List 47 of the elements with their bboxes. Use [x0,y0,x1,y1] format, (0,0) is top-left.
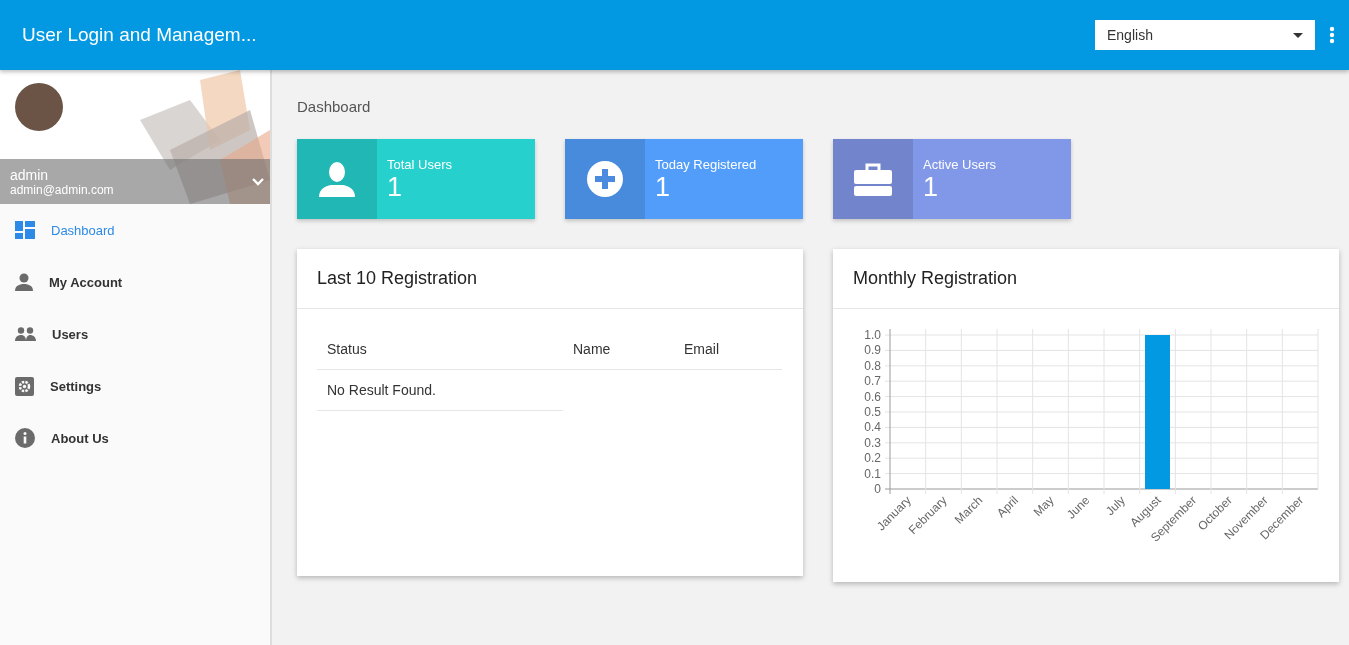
sidebar-item[interactable]: Users [0,308,270,360]
people-icon [15,327,36,341]
settings-icon [15,376,34,396]
stat-value: 1 [387,172,404,203]
sidebar-item[interactable]: My Account [0,256,270,308]
language-select[interactable]: English [1095,20,1315,50]
y-tick-label: 0.6 [864,389,881,404]
x-tick-label: May [1030,493,1057,520]
avatar-circle [15,83,63,131]
sidebar-item[interactable]: Dashboard [0,204,270,256]
app-title: User Login and Managem... [22,24,258,46]
info-icon [15,428,35,448]
caret-icon [1293,32,1303,38]
dashboard-icon [15,221,35,239]
y-tick-label: 0.4 [864,420,881,435]
stat-label: Today Registered [655,157,757,172]
stat-label: Total Users [387,157,453,172]
stat-value: 1 [655,172,672,203]
column-header: Status [317,329,563,370]
stat-label: Active Users [923,157,996,172]
person-icon [15,273,33,291]
x-tick-label: July [1102,493,1128,519]
more-icon[interactable] [1329,26,1335,44]
sidebar-item[interactable]: Settings [0,360,270,412]
y-tick-label: 0.2 [864,451,881,466]
column-header: Name [563,329,674,370]
y-tick-label: 0.3 [864,435,881,450]
sidebar-item[interactable]: About Us [0,412,270,464]
y-tick-label: 1.0 [864,328,881,342]
y-tick-label: 0.1 [864,466,881,481]
briefcase-icon [854,162,892,196]
person-icon [319,161,355,197]
panel-title: Monthly Registration [833,249,1339,309]
chevron-down-icon[interactable] [252,177,264,186]
profile-email: admin@admin.com [10,182,114,197]
y-tick-label: 0.9 [864,343,881,358]
column-header: Email [674,329,782,370]
y-tick-label: 0.5 [864,405,881,419]
y-tick-label: 0.7 [864,374,881,389]
plus-circle-icon [587,161,623,197]
panel-title: Last 10 Registration [297,249,803,309]
stat-value: 1 [923,172,940,203]
empty-message: No Result Found. [317,370,563,411]
y-tick-label: 0.8 [864,358,881,373]
profile-name: admin [10,166,50,183]
breadcrumb: Dashboard [297,98,372,115]
y-tick-label: 0 [874,482,881,496]
